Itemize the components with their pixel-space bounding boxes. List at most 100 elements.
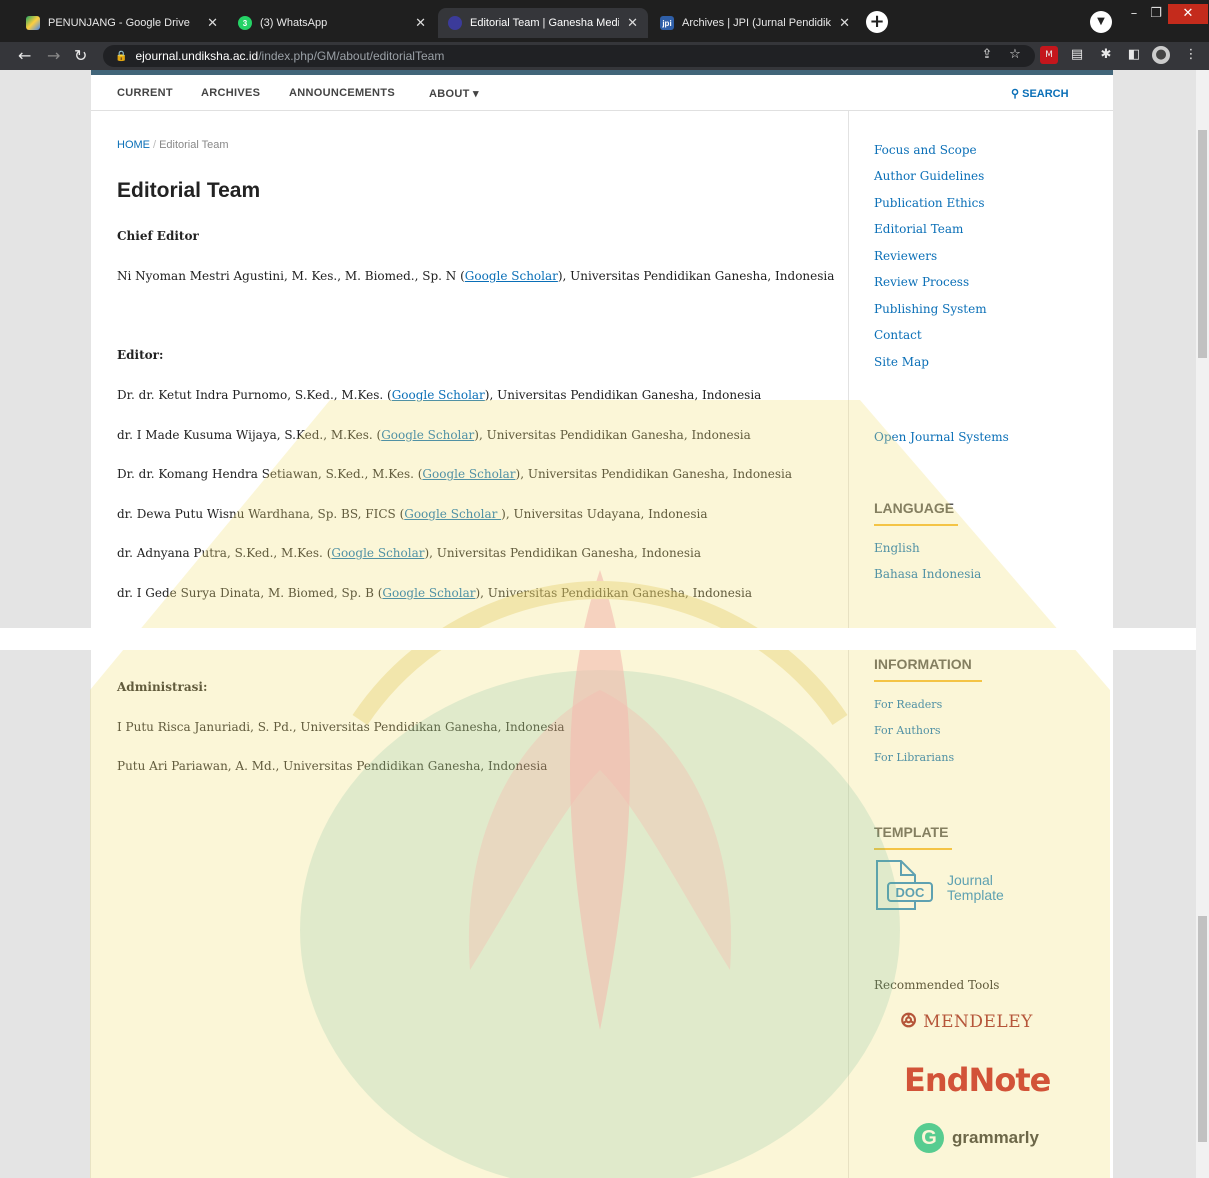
scrollbar-thumb-upper[interactable] [1198,130,1207,358]
tab-search-chevron-icon[interactable]: ▼ [1090,11,1112,33]
editor-member: dr. Dewa Putu Wisnu Wardhana, Sp. BS, FI… [117,507,707,521]
grammarly-logo-link[interactable]: G grammarly [914,1123,1039,1153]
language-english-link[interactable]: English [874,541,920,555]
open-journal-systems-link[interactable]: Open Journal Systems [874,430,1009,444]
bookmark-star-icon[interactable]: ☆ [1006,46,1024,64]
reload-icon[interactable]: ↻ [74,46,87,66]
member-name: Dr. dr. Komang Hendra Setiawan, S.Ked., … [117,467,423,481]
extensions-puzzle-icon[interactable]: ✱ [1097,46,1115,64]
browser-tab-editorial-team[interactable]: Editorial Team | Ganesha Medicin ✕ [438,8,648,38]
editor-member: dr. Adnyana Putra, S.Ked., M.Kes. (Googl… [117,546,701,560]
back-arrow-icon[interactable]: ← [18,46,31,66]
doc-icon-label: DOC [896,885,926,900]
sidebar-link-focus-scope[interactable]: Focus and Scope [874,143,977,157]
mendeley-icon: ꔮ [900,1009,918,1034]
editor-heading: Editor: [117,348,164,362]
tab-title: PENUNJANG - Google Drive [48,17,190,29]
doc-file-icon[interactable]: DOC [874,857,934,913]
google-scholar-link[interactable]: Google Scholar [465,269,558,283]
sidebar-link-contact[interactable]: Contact [874,328,922,342]
for-librarians-link[interactable]: For Librarians [874,751,954,764]
breadcrumb-home[interactable]: HOME [117,139,150,151]
search-label: SEARCH [1022,88,1069,100]
close-icon[interactable]: ✕ [415,15,426,31]
search-link[interactable]: ⚲ SEARCH [1011,87,1069,100]
address-bar[interactable]: 🔒 ejournal.undiksha.ac.id/index.php/GM/a… [103,45,1035,67]
new-tab-plus-icon[interactable]: + [866,11,888,33]
template-underline [874,848,952,850]
sidebar-link-site-map[interactable]: Site Map [874,355,929,369]
google-scholar-link[interactable]: Google Scholar [382,586,475,600]
side-panel-icon[interactable]: ◧ [1125,46,1143,64]
window-close-icon[interactable]: ✕ [1168,4,1208,24]
scrollbar-thumb-lower[interactable] [1198,916,1207,1142]
endnote-logo-link[interactable]: EndNote [904,1061,1051,1099]
sidebar-link-review-process[interactable]: Review Process [874,275,969,289]
member-affiliation: ), Universitas Pendidikan Ganesha, Indon… [424,546,701,560]
member-name: dr. Adnyana Putra, S.Ked., M.Kes. ( [117,546,332,560]
browser-tab-archives-jpi[interactable]: jpi Archives | JPI (Jurnal Pendidikan I … [650,8,860,38]
breadcrumb-separator: / [153,139,157,151]
language-block-title: LANGUAGE [874,500,955,516]
google-scholar-link[interactable]: Google Scholar [404,507,501,521]
template-block-title: TEMPLATE [874,824,949,840]
member-name: Ni Nyoman Mestri Agustini, M. Kes., M. B… [117,269,465,283]
sidebar-link-publishing-system[interactable]: Publishing System [874,302,987,316]
google-scholar-link[interactable]: Google Scholar [392,388,485,402]
sidebar-link-editorial-team[interactable]: Editorial Team [874,222,963,236]
browser-tab-google-drive[interactable]: PENUNJANG - Google Drive ✕ [16,8,228,38]
search-icon: ⚲ [1011,88,1023,100]
forward-arrow-icon[interactable]: → [47,46,60,66]
mendeley-wordmark: MENDELEY [923,1011,1033,1032]
member-affiliation: ), Universitas Pendidikan Ganesha, Indon… [475,586,753,600]
sidebar-link-publication-ethics[interactable]: Publication Ethics [874,196,985,210]
administration-heading: Administrasi: [117,680,208,694]
menu-kebab-icon[interactable]: ⋮ [1182,46,1200,64]
page-gap-band [0,628,1196,650]
page-title: Editorial Team [117,179,261,202]
member-affiliation: ), Universitas Udayana, Indonesia [501,507,708,521]
profile-avatar-icon[interactable]: ● [1152,46,1170,64]
scrollbar[interactable] [1196,70,1209,1178]
nav-about-dropdown[interactable]: ABOUT ▾ [429,87,479,100]
information-underline [874,680,982,682]
nav-announcements[interactable]: ANNOUNCEMENTS [289,87,395,99]
member-name: dr. I Gede Surya Dinata, M. Biomed, Sp. … [117,586,383,600]
sidebar-link-reviewers[interactable]: Reviewers [874,249,937,263]
google-scholar-link[interactable]: Google Scholar [422,467,515,481]
minimize-icon[interactable]: – [1124,4,1144,24]
close-icon[interactable]: ✕ [207,15,218,31]
journal-page: CURRENT ARCHIVES ANNOUNCEMENTS ABOUT ▾ ⚲… [91,70,1113,1178]
journal-template-link[interactable]: Journal Template [947,873,1004,903]
restore-icon[interactable]: ❐ [1146,4,1166,24]
document-extension-icon[interactable]: ▤ [1068,46,1086,64]
share-icon[interactable]: ⇪ [978,46,996,64]
mendeley-extension-icon[interactable]: M [1040,46,1058,64]
member-name: dr. Dewa Putu Wisnu Wardhana, Sp. BS, FI… [117,507,405,521]
google-scholar-link[interactable]: Google Scholar [331,546,424,560]
editor-member: dr. I Gede Surya Dinata, M. Biomed, Sp. … [117,586,752,600]
page-viewport: CURRENT ARCHIVES ANNOUNCEMENTS ABOUT ▾ ⚲… [0,70,1196,1178]
sidebar-link-author-guidelines[interactable]: Author Guidelines [874,169,984,183]
breadcrumb: HOME / Editorial Team [117,139,229,151]
google-scholar-link[interactable]: Google Scholar [381,428,474,442]
administration-member: I Putu Risca Januriadi, S. Pd., Universi… [117,720,565,734]
mendeley-logo-link[interactable]: ꔮ MENDELEY [900,1009,1033,1034]
jpi-favicon-icon: jpi [660,16,674,30]
close-icon[interactable]: ✕ [839,15,850,31]
nav-current[interactable]: CURRENT [117,87,173,99]
chief-editor-heading: Chief Editor [117,229,199,243]
browser-tab-whatsapp[interactable]: 3 (3) WhatsApp ✕ [228,8,436,38]
for-authors-link[interactable]: For Authors [874,724,940,737]
for-readers-link[interactable]: For Readers [874,698,942,711]
tab-title: Archives | JPI (Jurnal Pendidikan I [682,17,831,29]
nav-archives[interactable]: ARCHIVES [201,87,260,99]
whatsapp-icon: 3 [238,16,252,30]
journal-favicon-icon [448,16,462,30]
tab-title: Editorial Team | Ganesha Medicin [470,17,620,29]
close-icon[interactable]: ✕ [627,15,638,31]
member-name: dr. I Made Kusuma Wijaya, S.Ked., M.Kes.… [117,428,382,442]
template-label-line2: Template [947,887,1004,903]
editor-member: Dr. dr. Komang Hendra Setiawan, S.Ked., … [117,467,792,481]
language-indonesia-link[interactable]: Bahasa Indonesia [874,567,981,581]
